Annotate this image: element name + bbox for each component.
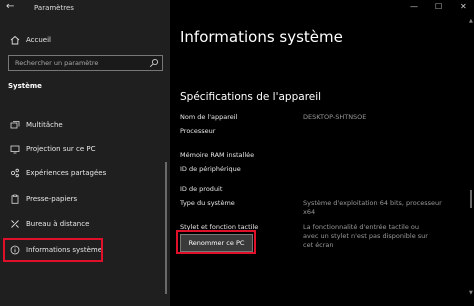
sidebar-item-shared-experiences[interactable]: Expériences partagées [0, 163, 170, 183]
sidebar-item-projection[interactable]: Projection sur ce PC [0, 139, 170, 159]
rename-pc-label: Renommer ce PC [188, 239, 245, 247]
scrollbar-thumb[interactable] [470, 190, 472, 208]
window-title: Paramètres [34, 4, 74, 12]
projection-icon [10, 145, 20, 154]
home-icon [10, 35, 20, 45]
spec-value: Système d'exploitation 64 bits, processe… [303, 199, 442, 216]
spec-label: Mémoire RAM installée [180, 151, 255, 159]
search-input[interactable]: Rechercher un paramètre [8, 55, 163, 71]
spec-value: DESKTOP-SHTNSOE [303, 113, 367, 121]
remote-desktop-icon [11, 220, 19, 228]
sidebar-item-label: Multitâche [26, 121, 63, 129]
clipboard-icon [11, 194, 19, 204]
content-scrollbar[interactable]: ▲ ▼ [469, 18, 473, 296]
back-arrow-icon[interactable]: ← [6, 1, 14, 12]
sidebar-item-home[interactable]: Accueil [0, 30, 170, 50]
search-icon [149, 58, 159, 68]
sidebar-item-label: Presse-papiers [26, 195, 78, 203]
spec-label: Type du système [180, 199, 235, 207]
sidebar: Accueil Rechercher un paramètre Système … [0, 0, 170, 306]
spec-label: Nom de l'appareil [180, 113, 238, 121]
shared-experiences-icon [10, 168, 19, 178]
sidebar-item-label: Accueil [26, 36, 51, 44]
close-icon[interactable]: ✕ [460, 2, 467, 12]
spec-value: La fonctionnalité d'entrée tactile ou av… [303, 223, 428, 249]
rename-pc-button[interactable]: Renommer ce PC [180, 234, 253, 252]
multitasking-icon [10, 121, 20, 129]
spec-label: ID de périphérique [180, 165, 241, 173]
spec-label: ID de produit [180, 185, 223, 193]
sidebar-item-label: Expériences partagées [26, 169, 107, 177]
content-pane: Informations système Spécifications de l… [170, 0, 474, 306]
search-placeholder: Rechercher un paramètre [15, 59, 99, 67]
sidebar-scrollbar[interactable] [165, 162, 167, 294]
title-bar: ← Paramètres — ☐ ✕ [0, 0, 474, 16]
sidebar-item-remote-desktop[interactable]: Bureau à distance [0, 214, 170, 234]
minimize-icon[interactable]: — [410, 2, 418, 12]
page-title: Informations système [180, 28, 343, 46]
sidebar-item-multitasking[interactable]: Multitâche [0, 115, 170, 135]
sidebar-item-clipboard[interactable]: Presse-papiers [0, 189, 170, 209]
spec-label: Processeur [180, 127, 216, 135]
scroll-down-icon[interactable]: ▼ [469, 290, 473, 296]
scroll-up-icon[interactable]: ▲ [469, 18, 473, 24]
sidebar-item-label: Bureau à distance [26, 220, 90, 228]
selection-highlight-box [3, 238, 103, 262]
section-header: Système [8, 82, 42, 90]
maximize-icon[interactable]: ☐ [435, 2, 442, 12]
section-title: Spécifications de l'appareil [180, 91, 322, 103]
sidebar-item-label: Projection sur ce PC [26, 145, 96, 153]
